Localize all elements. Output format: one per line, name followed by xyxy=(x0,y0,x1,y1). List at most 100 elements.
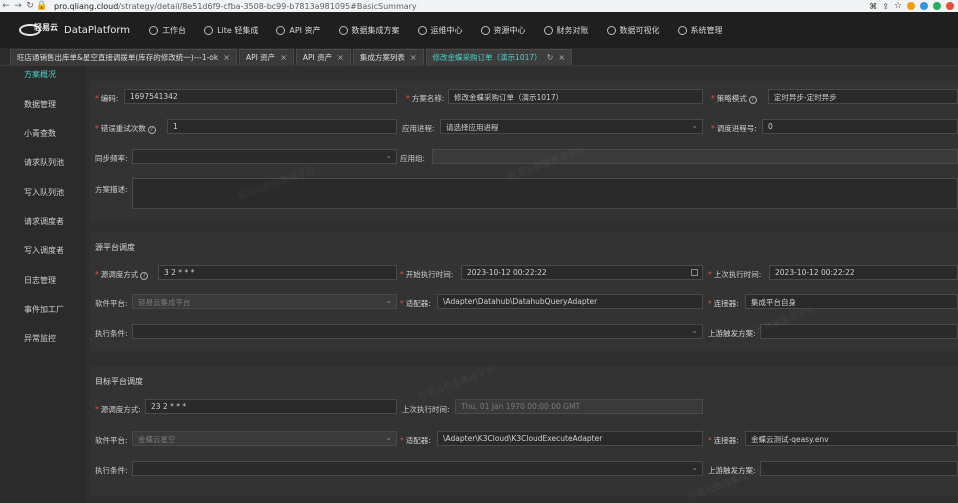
logo[interactable]: 轻易云 xyxy=(0,12,60,48)
sched-process-input[interactable]: 0 xyxy=(762,119,958,134)
sidebar-item-event-factory[interactable]: 事件加工厂 xyxy=(24,304,64,315)
tab-label: 修改金蝶采购订单（演示1017） xyxy=(432,53,542,62)
target-condition-label: 执行条件: xyxy=(95,466,128,475)
nav-item-visualization[interactable]: 数据可视化 xyxy=(598,25,669,36)
tab-label: 集成方案列表 xyxy=(359,53,405,62)
strategy-label: * 策略模式? xyxy=(711,93,757,104)
flow-icon xyxy=(338,25,348,35)
forward-icon[interactable]: → xyxy=(12,1,24,11)
sidebar-item-write-scheduler[interactable]: 写入调度者 xyxy=(24,245,64,256)
close-icon[interactable]: × xyxy=(223,53,230,62)
wrench-icon xyxy=(417,25,427,35)
source-connector-input[interactable]: 集成平台自身 xyxy=(745,294,958,309)
chevron-down-icon: ⌄ xyxy=(691,326,698,335)
nav-label: 财务对账 xyxy=(556,25,589,35)
description-textarea[interactable] xyxy=(132,178,958,209)
nav-item-workbench[interactable]: 工作台 xyxy=(140,25,195,36)
retry-input[interactable]: 1 xyxy=(167,119,397,134)
nav-item-resources[interactable]: 资源中心 xyxy=(472,25,535,36)
calendar-icon[interactable] xyxy=(691,269,698,276)
target-connector-input[interactable]: 金蝶云测试-qeasy.env xyxy=(745,431,958,446)
address-bar[interactable]: pro.qliang.cloud/strategy/detail/8e51d6f… xyxy=(54,2,417,11)
extension-green-icon[interactable] xyxy=(933,2,941,10)
target-platform-label: 软件平台: xyxy=(95,436,128,445)
start-time-input[interactable]: 2023-10-12 00:22:22 xyxy=(461,265,703,280)
browser-bar: ← → ↻ 🔒 pro.qliang.cloud/strategy/detail… xyxy=(0,0,958,12)
source-condition-label: 执行条件: xyxy=(95,329,128,338)
sidebar-item-data[interactable]: 数据管理 xyxy=(24,99,56,110)
description-label: 方案描述: xyxy=(95,185,128,194)
scheme-name-input[interactable]: 修改金蝶采购订单（演示1017） xyxy=(448,89,703,104)
settings-icon xyxy=(677,25,687,35)
target-adapter-input[interactable]: \Adapter\K3Cloud\K3CloudExecuteAdapter xyxy=(437,431,703,446)
source-condition-select[interactable]: ⌄ xyxy=(132,324,703,339)
basic-panel: * 编码: 1697541342 * 方案名称: 修改金蝶采购订单（演示1017） … xyxy=(90,81,958,221)
source-upstream-input[interactable] xyxy=(760,324,958,339)
close-icon[interactable]: × xyxy=(337,53,344,62)
tab-api-assets-1[interactable]: API 资产 × xyxy=(238,49,294,65)
tab-scheme-list[interactable]: 集成方案列表 × xyxy=(352,49,424,65)
strategy-input[interactable]: 定时异步-定时异步 xyxy=(768,89,958,104)
nav-item-lite[interactable]: Lite 轻集成 xyxy=(195,25,267,36)
last-run-input[interactable]: 2023-10-12 00:22:22 xyxy=(769,265,958,280)
extension-orange-icon[interactable] xyxy=(907,2,915,10)
tab-api-assets-2[interactable]: API 资产 × xyxy=(295,49,351,65)
target-upstream-input[interactable] xyxy=(760,461,958,476)
url-host: pro.qliang.cloud xyxy=(54,1,119,11)
target-mode-input[interactable]: 23 2 * * * xyxy=(145,399,397,414)
sidebar-item-request-queue[interactable]: 请求队列池 xyxy=(24,157,64,168)
chevron-down-icon: ⌄ xyxy=(385,433,392,442)
nav-item-api[interactable]: API 资产 xyxy=(267,25,329,36)
sidebar-item-request-scheduler[interactable]: 请求调度者 xyxy=(24,216,64,227)
sync-freq-label: 同步频率: xyxy=(95,154,128,163)
sidebar-item-query[interactable]: 小青查数 xyxy=(24,128,56,139)
translate-icon[interactable]: ⌘ xyxy=(869,2,877,11)
logo-text: 轻易云 xyxy=(34,23,58,32)
target-condition-select[interactable]: ⌄ xyxy=(132,461,703,476)
target-mode-label: * 源调度方式: xyxy=(95,405,141,414)
app-group-label: 应用组: xyxy=(400,154,426,163)
target-connector-label: * 连接器: xyxy=(708,436,739,445)
help-icon: ? xyxy=(748,96,757,104)
chevron-down-icon: ⌄ xyxy=(385,296,392,305)
tab-kingdee-po[interactable]: 修改金蝶采购订单（演示1017） ↻ × xyxy=(425,49,573,65)
star-icon[interactable]: ☆ xyxy=(894,1,902,11)
target-platform-select: 金蝶云星空 ⌄ xyxy=(132,431,397,446)
app-process-select[interactable]: 请选择应用进程 ⌄ xyxy=(440,119,703,134)
nav-item-finance[interactable]: 财务对账 xyxy=(535,25,598,36)
source-mode-input[interactable]: 3 2 * * * xyxy=(158,265,397,280)
brand-name: DataPlatform xyxy=(64,24,131,36)
lock-icon: 🔒 xyxy=(36,1,48,11)
code-input[interactable]: 1697541342 xyxy=(124,89,397,104)
clock-icon xyxy=(149,25,159,35)
extension-blue-icon[interactable] xyxy=(920,2,928,10)
tab-wdt-outbound[interactable]: 旺店通销售出库单&星空直接调拨单(库存的修改统一)---1-ok × xyxy=(10,49,237,65)
help-icon: ? xyxy=(140,272,149,280)
ledger-icon xyxy=(543,25,553,35)
close-icon[interactable]: × xyxy=(280,53,287,62)
close-icon[interactable]: × xyxy=(558,53,565,62)
back-icon[interactable]: ← xyxy=(0,1,12,11)
refresh-icon[interactable]: ↻ xyxy=(547,53,554,62)
target-section-title: 目标平台调度 xyxy=(95,377,143,386)
source-adapter-input[interactable]: \Adapter\Datahub\DatahubQueryAdapter xyxy=(437,294,703,309)
target-last-run-label: 上次执行时间: xyxy=(402,405,450,414)
app-process-label: 应用进程: xyxy=(402,124,435,133)
nav-label: 数据可视化 xyxy=(619,25,660,35)
sidebar-item-exception[interactable]: 异常监控 xyxy=(24,333,56,344)
sidebar-item-overview[interactable]: 方案概况 xyxy=(24,69,56,80)
chart-icon xyxy=(606,25,616,35)
close-icon[interactable]: × xyxy=(410,53,417,62)
nav-item-ops[interactable]: 运维中心 xyxy=(409,25,472,36)
sync-freq-select[interactable]: ⌄ xyxy=(132,149,397,164)
extension-red-icon[interactable] xyxy=(946,2,954,10)
sidebar-item-logs[interactable]: 日志管理 xyxy=(24,275,56,286)
sidebar-item-write-queue[interactable]: 写入队列池 xyxy=(24,187,64,198)
cube-icon xyxy=(204,25,214,35)
nav-item-settings[interactable]: 系统管理 xyxy=(669,25,732,36)
share-icon[interactable]: ⇪ xyxy=(882,2,889,11)
reload-icon[interactable]: ↻ xyxy=(24,1,36,11)
sched-process-label: * 调度进程号: xyxy=(711,124,757,133)
chevron-down-icon: ⌄ xyxy=(691,121,698,130)
nav-item-integration[interactable]: 数据集成方案 xyxy=(330,25,409,36)
